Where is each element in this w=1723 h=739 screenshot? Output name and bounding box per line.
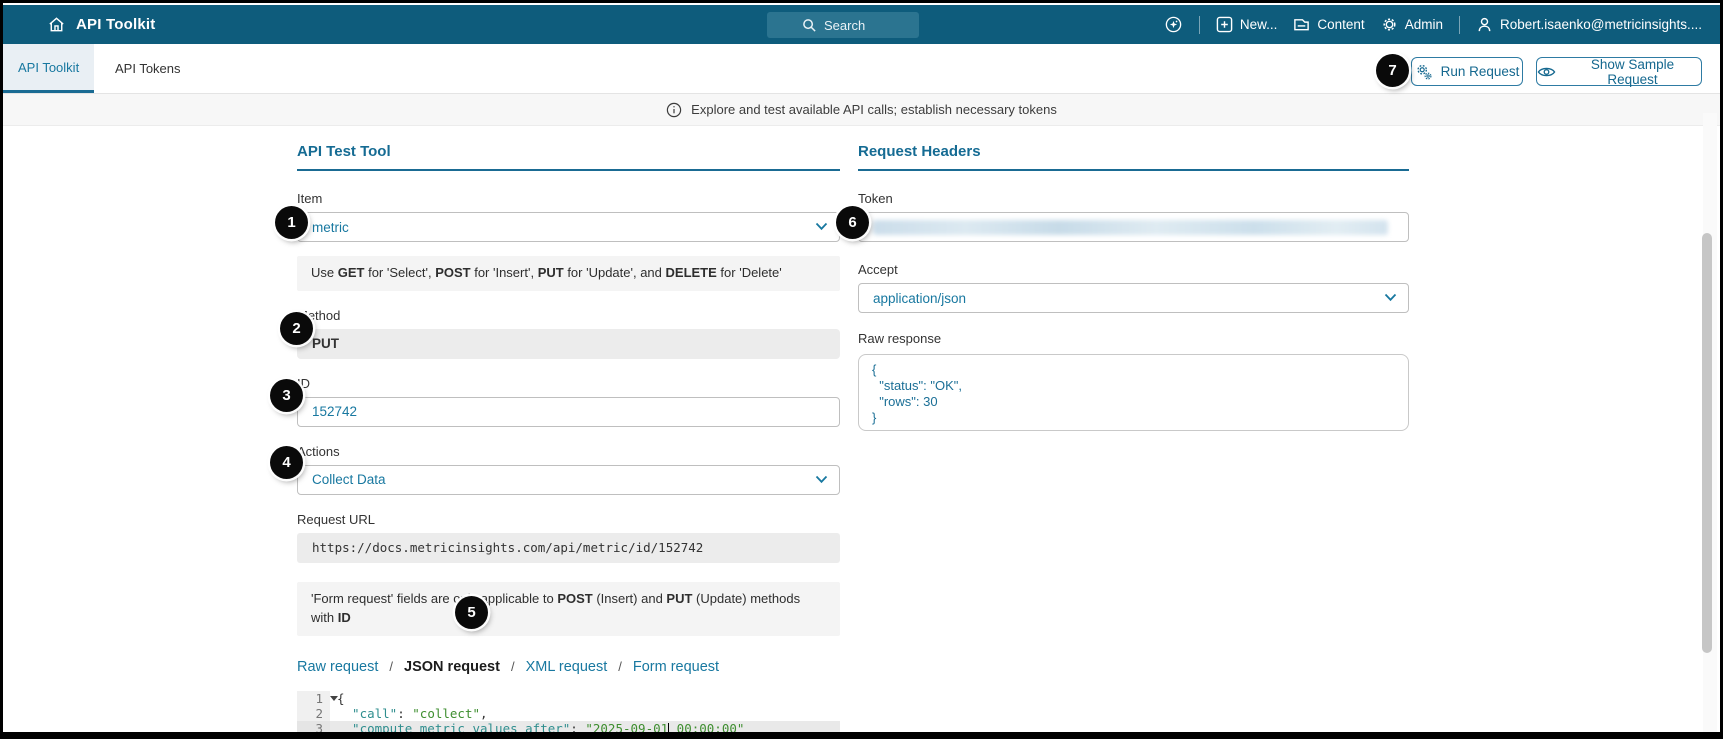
form-request-note: 'Form request' fields are only applicabl… [297, 581, 840, 636]
json-request-editor[interactable]: 1 { 2 "call": "collect", 3 "compute_metr… [297, 690, 840, 739]
annotation-badge-5: 5 [455, 596, 488, 629]
vertical-scrollbar [1702, 113, 1717, 732]
actions-select[interactable]: Collect Data [297, 464, 840, 495]
request-url-label: Request URL [297, 511, 376, 527]
search-icon [802, 18, 817, 33]
link-json-request[interactable]: JSON request [404, 659, 500, 675]
info-banner-text: Explore and test available API calls; es… [691, 102, 1057, 117]
link-xml-request[interactable]: XML request [526, 659, 608, 675]
link-form-request[interactable]: Form request [633, 659, 719, 675]
token-redacted-value [873, 219, 1388, 235]
tab-api-toolkit[interactable]: API Toolkit [3, 44, 95, 93]
link-raw-request[interactable]: Raw request [297, 659, 378, 675]
section-title-request-headers: Request Headers [858, 143, 1409, 171]
chevron-down-icon [815, 222, 828, 231]
raw-response-textarea[interactable]: { "status": "OK", "rows": 30} [858, 354, 1409, 431]
eye-icon [1537, 65, 1556, 79]
item-select[interactable]: metric [297, 212, 840, 242]
user-icon [1476, 16, 1493, 33]
api-test-tool-section: API Test Tool Item metric Use GET for 'S… [297, 143, 840, 739]
request-format-links: Raw request / JSON request / XML request… [297, 658, 720, 675]
annotation-badge-1: 1 [275, 206, 308, 239]
token-field[interactable] [858, 212, 1409, 242]
new-icon [1216, 16, 1233, 33]
method-help-text: Use GET for 'Select', POST for 'Insert',… [297, 256, 840, 291]
editor-line-active: 3 "compute_metric_values_after": "2025-0… [297, 720, 840, 732]
info-banner: Explore and test available API calls; es… [3, 93, 1720, 126]
request-url-field: https://docs.metricinsights.com/api/metr… [297, 532, 840, 563]
annotation-badge-2: 2 [280, 312, 313, 345]
content-icon [1293, 16, 1310, 33]
raw-response-label: Raw response [858, 331, 942, 346]
method-label: Method [297, 307, 341, 323]
accept-label: Accept [858, 262, 898, 277]
editor-line: 4 } [297, 736, 840, 739]
annotation-badge-3: 3 [270, 379, 303, 412]
gear-icon [1381, 16, 1398, 33]
method-field: PUT [297, 328, 840, 359]
nav-item-new[interactable]: New... [1216, 16, 1277, 33]
search-input[interactable] [824, 17, 884, 33]
info-icon [666, 102, 682, 118]
section-title-api-test-tool: API Test Tool [297, 143, 840, 171]
annotation-badge-4: 4 [270, 446, 303, 479]
app-window: API Toolkit Search New... Content Admin … [0, 0, 1723, 739]
editor-line: 2 "call": "collect", [297, 705, 840, 721]
id-field[interactable]: 152742 [297, 396, 840, 427]
top-navbar: API Toolkit Search New... Content Admin … [3, 5, 1720, 44]
nav-divider [1458, 15, 1460, 34]
token-label: Token [858, 191, 893, 206]
tab-api-tokens[interactable]: API Tokens [100, 44, 196, 93]
nav-item-content[interactable]: Content [1293, 16, 1365, 33]
id-label: ID [297, 375, 310, 391]
assistant-icon[interactable] [1164, 15, 1183, 34]
search-box[interactable] [767, 12, 919, 38]
fold-caret-icon[interactable] [330, 695, 338, 701]
app-title: API Toolkit [76, 16, 156, 33]
chevron-down-icon [1384, 293, 1397, 302]
run-request-button[interactable]: Run Request [1411, 57, 1523, 86]
request-headers-section: Request Headers Token Accept application… [858, 143, 1409, 431]
user-email: Robert.isaenko@metricinsights.... [1499, 17, 1702, 32]
tab-bar: API Toolkit API Tokens Run Request Show … [3, 44, 1720, 93]
chevron-down-icon [815, 475, 828, 484]
editor-line: 1 { [297, 690, 840, 706]
nav-item-user[interactable]: Robert.isaenko@metricinsights.... [1476, 16, 1702, 33]
scrollbar-thumb[interactable] [1702, 233, 1712, 653]
item-label: Item [297, 191, 323, 206]
nav-divider [1198, 15, 1200, 34]
show-sample-request-button[interactable]: Show Sample Request [1536, 57, 1702, 87]
annotation-badge-7: 7 [1376, 54, 1409, 87]
run-gears-icon [1415, 63, 1433, 81]
nav-item-admin[interactable]: Admin [1381, 16, 1443, 33]
actions-label: Actions [297, 443, 340, 459]
home-icon[interactable] [47, 15, 66, 34]
accept-select[interactable]: application/json [858, 283, 1409, 313]
annotation-badge-6: 6 [836, 206, 869, 239]
